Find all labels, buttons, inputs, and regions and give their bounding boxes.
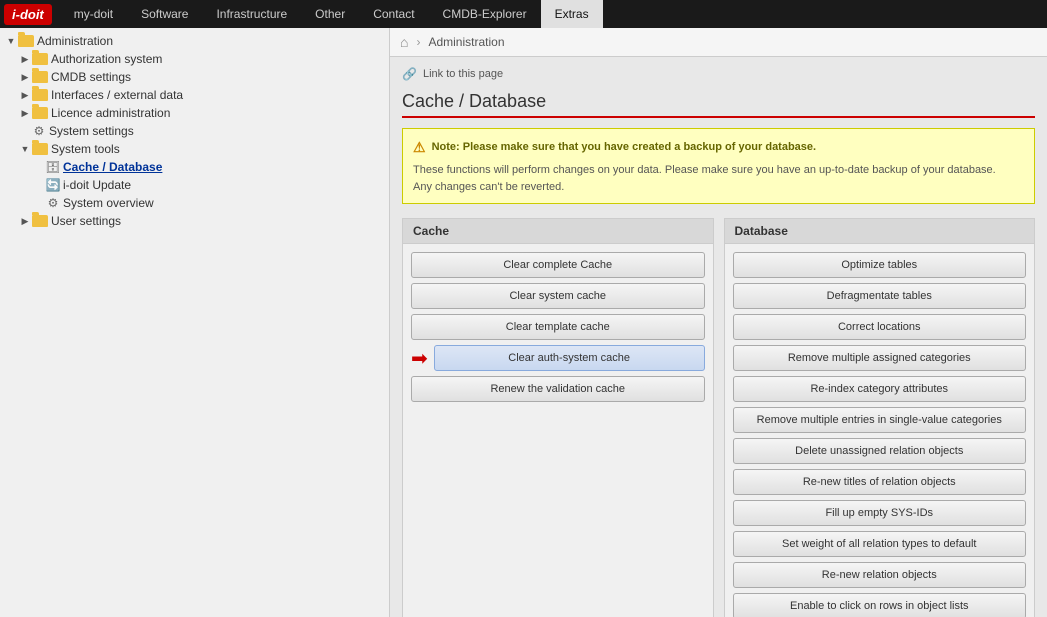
nav-cmdb-explorer[interactable]: CMDB-Explorer — [429, 0, 541, 28]
database-panel: Database Optimize tables Defragmentate t… — [724, 218, 1036, 617]
expand-icon: ▶ — [18, 106, 32, 120]
sidebar-item-label: Cache / Database — [63, 160, 162, 174]
sidebar-item-user-settings[interactable]: ▶ User settings — [14, 212, 389, 230]
warning-box: ⚠ Note: Please make sure that you have c… — [402, 128, 1035, 204]
nav-software[interactable]: Software — [127, 0, 202, 28]
sidebar-item-label: Licence administration — [51, 106, 170, 120]
cache-panel: Cache Clear complete Cache Clear system … — [402, 218, 714, 617]
remove-multiple-categories-button[interactable]: Remove multiple assigned categories — [733, 345, 1027, 371]
sidebar-item-label: Interfaces / external data — [51, 88, 183, 102]
expand-icon: ▶ — [18, 214, 32, 228]
warning-icon: ⚠ — [413, 137, 426, 158]
expand-icon: ▶ — [18, 88, 32, 102]
arrow-row: ➡ Clear auth-system cache — [411, 345, 705, 371]
gear-icon: ⚙ — [32, 124, 46, 138]
defragmentate-tables-button[interactable]: Defragmentate tables — [733, 283, 1027, 309]
home-icon[interactable]: ⌂ — [400, 34, 408, 50]
cache-panel-header: Cache — [403, 219, 713, 244]
expand-icon: ▼ — [18, 142, 32, 156]
correct-locations-button[interactable]: Correct locations — [733, 314, 1027, 340]
sidebar-item-idoit-update[interactable]: ▶ 🔄 i-doit Update — [28, 176, 389, 194]
folder-icon — [18, 35, 34, 47]
sidebar-item-system-overview[interactable]: ▶ ⚙ System overview — [28, 194, 389, 212]
renew-relation-titles-button[interactable]: Re-new titles of relation objects — [733, 469, 1027, 495]
nav-my-doit[interactable]: my-doit — [60, 0, 127, 28]
clear-system-cache-button[interactable]: Clear system cache — [411, 283, 705, 309]
set-relation-weight-button[interactable]: Set weight of all relation types to defa… — [733, 531, 1027, 557]
folder-icon — [32, 143, 48, 155]
link-to-page[interactable]: 🔗 Link to this page — [402, 67, 1035, 81]
nav-contact[interactable]: Contact — [359, 0, 428, 28]
warning-body: These functions will perform changes on … — [413, 162, 1024, 195]
red-arrow-icon: ➡ — [411, 346, 428, 371]
top-navigation: i-doit my-doit Software Infrastructure O… — [0, 0, 1047, 28]
nav-extras[interactable]: Extras — [541, 0, 603, 28]
sidebar-item-administration[interactable]: ▼ Administration — [0, 32, 389, 50]
database-panel-body: Optimize tables Defragmentate tables Cor… — [725, 244, 1035, 617]
clear-template-cache-button[interactable]: Clear template cache — [411, 314, 705, 340]
page-title: Cache / Database — [402, 91, 1035, 118]
sidebar-item-system-tools[interactable]: ▼ System tools — [14, 140, 389, 158]
sidebar-item-label: User settings — [51, 214, 121, 228]
expand-icon: ▶ — [18, 52, 32, 66]
reindex-category-attributes-button[interactable]: Re-index category attributes — [733, 376, 1027, 402]
sidebar-item-authorization[interactable]: ▶ Authorization system — [14, 50, 389, 68]
sidebar-item-label: System overview — [63, 196, 154, 210]
panels-container: Cache Clear complete Cache Clear system … — [402, 218, 1035, 617]
link-label: Link to this page — [423, 68, 503, 80]
warning-title-text: Note: Please make sure that you have cre… — [432, 139, 817, 156]
main-content: ⌂ › Administration 🔗 Link to this page C… — [390, 28, 1047, 617]
remove-single-value-entries-button[interactable]: Remove multiple entries in single-value … — [733, 407, 1027, 433]
clear-auth-system-cache-button[interactable]: Clear auth-system cache — [434, 345, 705, 371]
breadcrumb-separator: › — [416, 35, 420, 49]
expand-icon: ▼ — [4, 34, 18, 48]
sidebar-item-system-settings[interactable]: ▶ ⚙ System settings — [14, 122, 389, 140]
database-panel-header: Database — [725, 219, 1035, 244]
expand-icon: ▶ — [18, 70, 32, 84]
sidebar-item-label: System settings — [49, 124, 134, 138]
sidebar-item-interfaces[interactable]: ▶ Interfaces / external data — [14, 86, 389, 104]
breadcrumb-current: Administration — [428, 35, 504, 49]
optimize-tables-button[interactable]: Optimize tables — [733, 252, 1027, 278]
warning-title: ⚠ Note: Please make sure that you have c… — [413, 137, 1024, 158]
nav-infrastructure[interactable]: Infrastructure — [202, 0, 301, 28]
folder-icon — [32, 89, 48, 101]
clear-complete-cache-button[interactable]: Clear complete Cache — [411, 252, 705, 278]
folder-icon — [32, 71, 48, 83]
folder-icon — [32, 53, 48, 65]
sidebar: ▼ Administration ▶ Authorization system … — [0, 28, 390, 617]
database-icon: 🗄 — [46, 160, 60, 174]
sidebar-item-label: i-doit Update — [63, 178, 131, 192]
overview-icon: ⚙ — [46, 196, 60, 210]
enable-row-click-button[interactable]: Enable to click on rows in object lists — [733, 593, 1027, 617]
sidebar-item-cmdb-settings[interactable]: ▶ CMDB settings — [14, 68, 389, 86]
sidebar-item-label: Administration — [37, 34, 113, 48]
sidebar-item-licence[interactable]: ▶ Licence administration — [14, 104, 389, 122]
folder-icon — [32, 215, 48, 227]
sidebar-item-label: CMDB settings — [51, 70, 131, 84]
delete-unassigned-relations-button[interactable]: Delete unassigned relation objects — [733, 438, 1027, 464]
sidebar-item-cache-database[interactable]: ▶ 🗄 Cache / Database — [28, 158, 389, 176]
sidebar-item-label: System tools — [51, 142, 120, 156]
cache-panel-body: Clear complete Cache Clear system cache … — [403, 244, 713, 410]
app-logo: i-doit — [4, 4, 52, 25]
folder-icon — [32, 107, 48, 119]
fill-sysids-button[interactable]: Fill up empty SYS-IDs — [733, 500, 1027, 526]
update-icon: 🔄 — [46, 178, 60, 192]
nav-other[interactable]: Other — [301, 0, 359, 28]
renew-relation-objects-button[interactable]: Re-new relation objects — [733, 562, 1027, 588]
link-icon: 🔗 — [402, 67, 417, 81]
sidebar-item-label: Authorization system — [51, 52, 162, 66]
breadcrumb-bar: ⌂ › Administration — [390, 28, 1047, 57]
renew-validation-cache-button[interactable]: Renew the validation cache — [411, 376, 705, 402]
